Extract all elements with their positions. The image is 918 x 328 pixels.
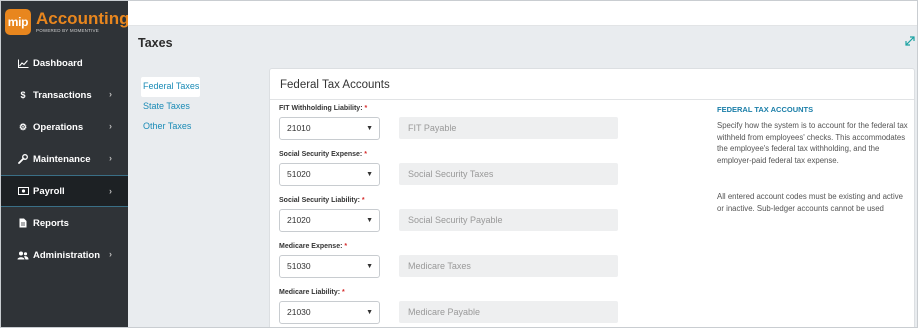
help-paragraph: All entered account codes must be existi… [717,192,903,213]
file-icon [17,218,29,228]
fit-withholding-liability-select[interactable]: 21010 ▼ [279,117,380,140]
page-title: Taxes [138,36,173,50]
social-security-liability-description: Social Security Payable [399,209,618,231]
users-icon [17,251,29,260]
app-logo[interactable]: mip Accounting POWERED BY MOMENTIVE [5,7,130,37]
social-security-expense-description: Social Security Taxes [399,163,618,185]
sidebar-item-dashboard[interactable]: Dashboard [1,47,128,79]
help-title: FEDERAL TAX ACCOUNTS [717,105,814,114]
federal-tax-panel: Federal Tax Accounts FIT Withholding Lia… [269,68,915,327]
social-security-expense-label: Social Security Expense: * [279,151,367,158]
medicare-liability-description: Medicare Payable [399,301,618,323]
fit-withholding-liability-label: FIT Withholding Liability: * [279,105,368,112]
caret-down-icon: ▼ [366,263,373,270]
subnav-other-taxes[interactable]: Other Taxes [141,117,261,137]
fit-withholding-liability-description: FIT Payable [399,117,618,139]
help-paragraph: Specify how the system is to account for… [717,121,908,165]
chevron-right-icon: › [109,249,112,259]
social-security-liability-select[interactable]: 21020 ▼ [279,209,380,232]
subnav-federal-taxes[interactable]: Federal Taxes [141,77,200,97]
sidebar-item-maintenance[interactable]: Maintenance › [1,143,128,175]
chevron-right-icon: › [109,121,112,131]
expand-icon[interactable] [905,36,915,49]
medicare-expense-label: Medicare Expense: * [279,243,348,250]
required-marker: * [364,105,368,112]
logo-badge: mip [5,9,31,35]
logo-subtitle: POWERED BY MOMENTIVE [36,28,99,33]
sidebar-item-operations[interactable]: ⚙ Operations › [1,111,128,143]
dollar-icon: $ [20,90,26,100]
money-icon [17,187,29,195]
social-security-expense-select[interactable]: 51020 ▼ [279,163,380,186]
chevron-right-icon: › [109,89,112,99]
caret-down-icon: ▼ [366,125,373,132]
select-value: 21030 [287,307,311,317]
caret-down-icon: ▼ [366,217,373,224]
caret-down-icon: ▼ [366,309,373,316]
sidebar-item-label: Maintenance [33,153,91,165]
main-content: Taxes Federal Taxes State Taxes Other Ta… [128,26,917,327]
required-marker: * [342,289,345,296]
required-marker: * [361,197,365,204]
sidebar-item-transactions[interactable]: $ Transactions › [1,79,128,111]
tax-subnav: Federal Taxes State Taxes Other Taxes [141,77,261,137]
top-bar [128,1,917,26]
sidebar-item-payroll[interactable]: Payroll › [1,175,128,207]
select-value: 51020 [287,169,311,179]
chevron-right-icon: › [109,153,112,163]
chart-line-icon [17,59,29,68]
select-value: 21010 [287,123,311,133]
required-marker: * [344,243,348,250]
select-value: 51030 [287,261,311,271]
logo-title: Accounting [36,9,130,28]
sidebar-item-label: Payroll [33,185,65,197]
select-value: 21020 [287,215,311,225]
chevron-right-icon: › [109,186,112,196]
medicare-expense-select[interactable]: 51030 ▼ [279,255,380,278]
sidebar-item-label: Dashboard [33,57,83,69]
sidebar: mip Accounting POWERED BY MOMENTIVE Dash… [1,1,130,327]
gears-icon: ⚙ [18,121,28,132]
panel-title: Federal Tax Accounts [280,79,390,91]
sidebar-item-reports[interactable]: Reports [1,207,128,239]
medicare-liability-select[interactable]: 21030 ▼ [279,301,380,324]
divider [270,99,914,100]
sidebar-item-label: Reports [33,217,69,229]
sidebar-item-administration[interactable]: Administration › [1,239,128,271]
medicare-liability-label: Medicare Liability: * [279,289,345,296]
sidebar-item-label: Operations [33,121,84,133]
required-marker: * [364,151,367,158]
subnav-state-taxes[interactable]: State Taxes [141,97,261,117]
medicare-expense-description: Medicare Taxes [399,255,618,277]
app-window: mip Accounting POWERED BY MOMENTIVE Dash… [0,0,918,328]
social-security-liability-label: Social Security Liability: * [279,197,365,204]
sidebar-item-label: Transactions [33,89,92,101]
sidebar-item-label: Administration [33,249,101,261]
sidebar-nav: Dashboard $ Transactions › ⚙ Operations … [1,47,128,271]
caret-down-icon: ▼ [366,171,373,178]
wrench-icon [17,154,29,164]
